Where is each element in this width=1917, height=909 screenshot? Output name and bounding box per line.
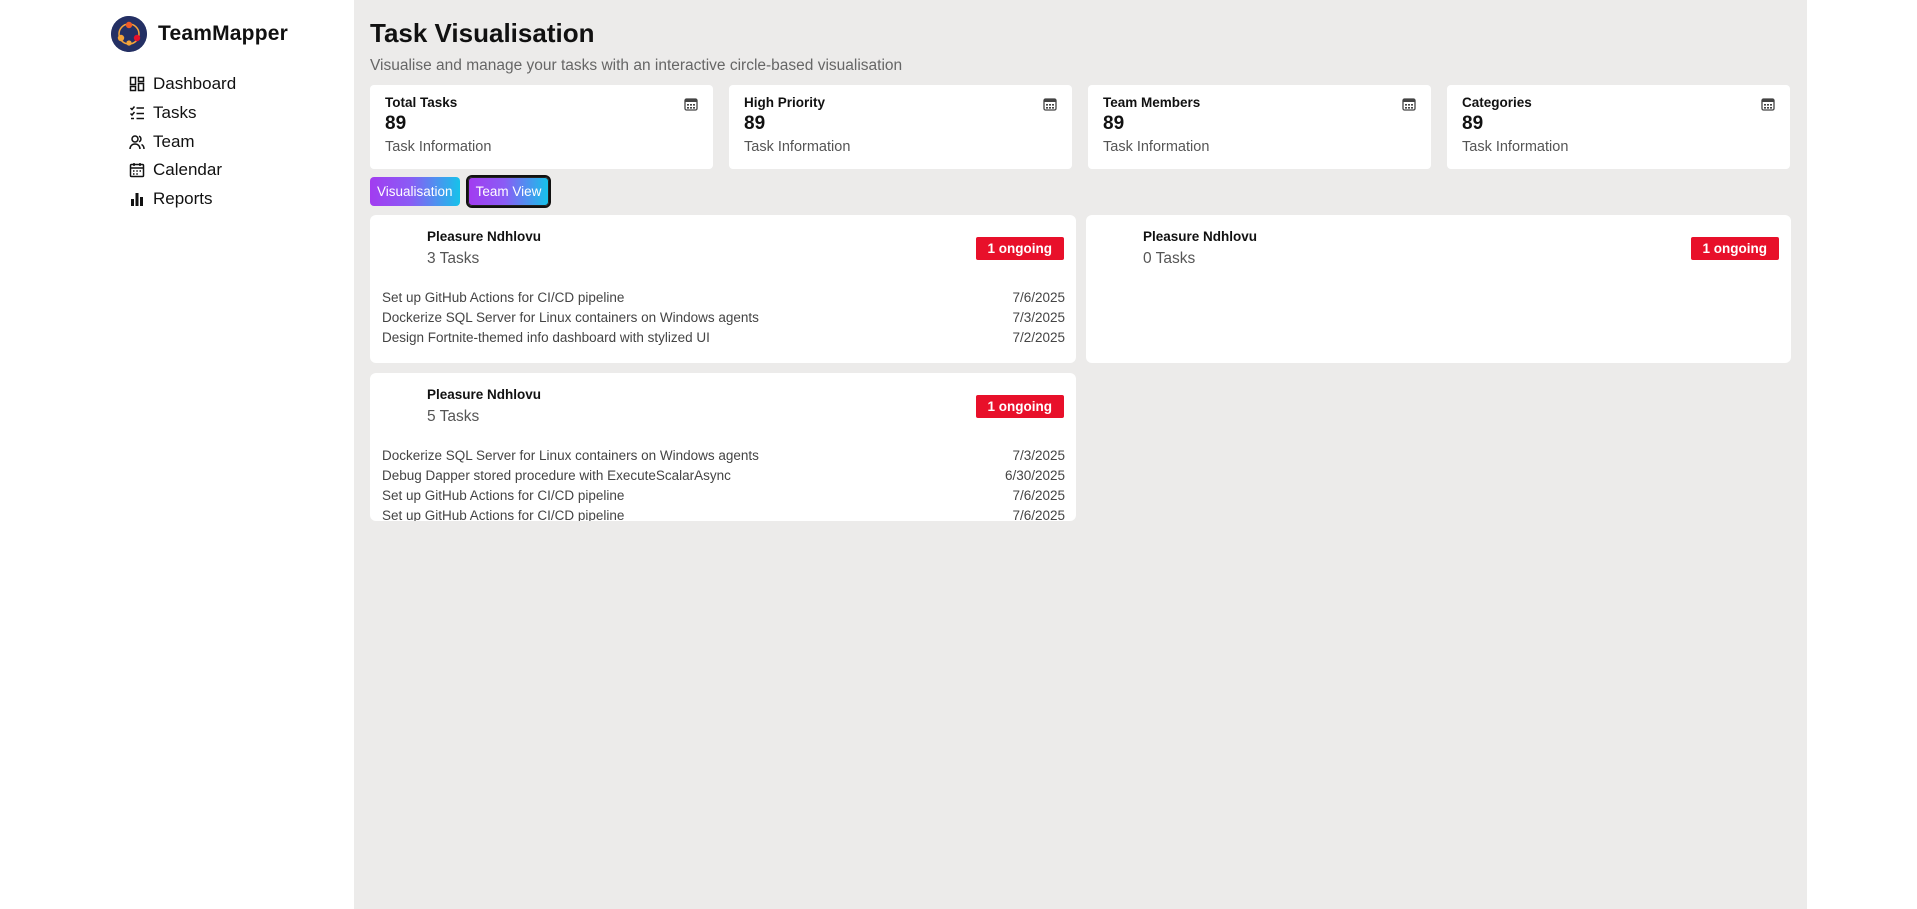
task-row[interactable]: Dockerize SQL Server for Linux container… — [382, 445, 1065, 465]
stat-caption: Task Information — [1103, 139, 1210, 155]
task-count: 0 Tasks — [1143, 250, 1196, 267]
sidebar-item-calendar[interactable]: Calendar — [129, 156, 236, 185]
task-row[interactable]: Set up GitHub Actions for CI/CD pipeline… — [382, 485, 1065, 505]
task-row[interactable]: Set up GitHub Actions for CI/CD pipeline… — [382, 505, 1065, 522]
task-list: Set up GitHub Actions for CI/CD pipeline… — [382, 287, 1065, 347]
stat-label: Total Tasks — [385, 95, 458, 110]
sidebar-nav: Dashboard Tasks Team Calendar Reports — [129, 70, 236, 213]
status-badge: 1 ongoing — [1690, 237, 1779, 260]
task-date: 7/2/2025 — [1012, 329, 1065, 345]
stat-label: Team Members — [1103, 95, 1201, 110]
task-list: Dockerize SQL Server for Linux container… — [382, 445, 1065, 522]
reports-icon — [131, 193, 143, 207]
stat-label: Categories — [1462, 95, 1532, 110]
page-title: Task Visualisation — [370, 18, 595, 48]
stat-value: 89 — [1462, 113, 1484, 134]
member-name: Pleasure Ndhlovu — [427, 387, 542, 402]
task-title: Set up GitHub Actions for CI/CD pipeline — [382, 507, 625, 522]
task-date: 7/6/2025 — [1012, 487, 1065, 503]
brand-name: TeamMapper — [158, 22, 288, 45]
team-member-card[interactable]: Pleasure Ndhlovu 5 Tasks 1 ongoing Docke… — [370, 373, 1076, 521]
task-title: Dockerize SQL Server for Linux container… — [382, 447, 759, 463]
task-date: 7/3/2025 — [1012, 447, 1065, 463]
stat-value: 89 — [1103, 113, 1125, 134]
stat-label: High Priority — [744, 95, 826, 110]
logo-icon — [111, 16, 147, 52]
task-date: 7/6/2025 — [1012, 289, 1065, 305]
task-title: Set up GitHub Actions for CI/CD pipeline — [382, 487, 625, 503]
task-row[interactable]: Set up GitHub Actions for CI/CD pipeline… — [382, 287, 1065, 307]
stat-card-high-priority: High Priority 89 Task Information — [729, 85, 1072, 169]
stat-value: 89 — [744, 113, 766, 134]
stat-caption: Task Information — [1462, 139, 1569, 155]
sidebar-item-team[interactable]: Team — [129, 127, 236, 156]
sidebar-item-label: Calendar — [153, 160, 222, 180]
calendar-icon — [1402, 98, 1416, 111]
task-count: 5 Tasks — [427, 408, 480, 425]
sidebar-item-label: Dashboard — [153, 74, 237, 94]
sidebar-item-label: Team — [153, 131, 195, 151]
calendar-icon — [684, 98, 698, 111]
task-title: Set up GitHub Actions for CI/CD pipeline — [382, 289, 625, 305]
task-row[interactable]: Dockerize SQL Server for Linux container… — [382, 307, 1065, 327]
brand[interactable]: TeamMapper — [111, 16, 288, 52]
stat-card-team-members: Team Members 89 Task Information — [1088, 85, 1431, 169]
task-date: 6/30/2025 — [1004, 467, 1065, 483]
calendar-icon — [1761, 98, 1775, 111]
sidebar: TeamMapper Dashboard Tasks Team Calendar… — [0, 0, 354, 909]
sidebar-item-dashboard[interactable]: Dashboard — [129, 70, 236, 99]
stat-caption: Task Information — [385, 139, 492, 155]
task-count: 3 Tasks — [427, 250, 480, 267]
sidebar-item-label: Tasks — [153, 103, 197, 123]
task-title: Dockerize SQL Server for Linux container… — [382, 309, 759, 325]
tasks-icon — [129, 106, 144, 120]
stats-row: Total Tasks 89 Task Information High Pri… — [370, 85, 1790, 169]
team-member-card[interactable]: Pleasure Ndhlovu 0 Tasks 1 ongoing — [1086, 215, 1791, 363]
sidebar-item-label: Reports — [153, 189, 213, 209]
task-title: Design Fortnite-themed info dashboard wi… — [382, 329, 710, 345]
task-title: Debug Dapper stored procedure with Execu… — [382, 467, 731, 483]
stat-caption: Task Information — [744, 139, 851, 155]
view-toggle: Visualisation Team View — [370, 175, 552, 208]
team-icon — [129, 134, 145, 149]
task-row[interactable]: Design Fortnite-themed info dashboard wi… — [382, 327, 1065, 347]
team-view-button[interactable]: Team View — [465, 175, 552, 208]
page-subtitle: Visualise and manage your tasks with an … — [370, 57, 903, 74]
dashboard-icon — [129, 77, 145, 92]
right-margin — [1807, 0, 1917, 909]
member-name: Pleasure Ndhlovu — [427, 229, 542, 244]
member-name: Pleasure Ndhlovu — [1143, 229, 1258, 244]
stat-card-categories: Categories 89 Task Information — [1447, 85, 1790, 169]
calendar-icon — [129, 163, 145, 178]
stat-card-total-tasks: Total Tasks 89 Task Information — [370, 85, 713, 169]
calendar-icon — [1043, 98, 1057, 111]
task-date: 7/3/2025 — [1012, 309, 1065, 325]
sidebar-item-tasks[interactable]: Tasks — [129, 99, 236, 128]
status-badge: 1 ongoing — [975, 395, 1064, 418]
team-member-card[interactable]: Pleasure Ndhlovu 3 Tasks 1 ongoing Set u… — [370, 215, 1076, 363]
task-date: 7/6/2025 — [1012, 507, 1065, 522]
main-content: Task Visualisation Visualise and manage … — [354, 0, 1807, 909]
stat-value: 89 — [385, 113, 407, 134]
task-row[interactable]: Debug Dapper stored procedure with Execu… — [382, 465, 1065, 485]
visualisation-button[interactable]: Visualisation — [370, 177, 460, 206]
sidebar-item-reports[interactable]: Reports — [129, 185, 236, 214]
status-badge: 1 ongoing — [975, 237, 1064, 260]
